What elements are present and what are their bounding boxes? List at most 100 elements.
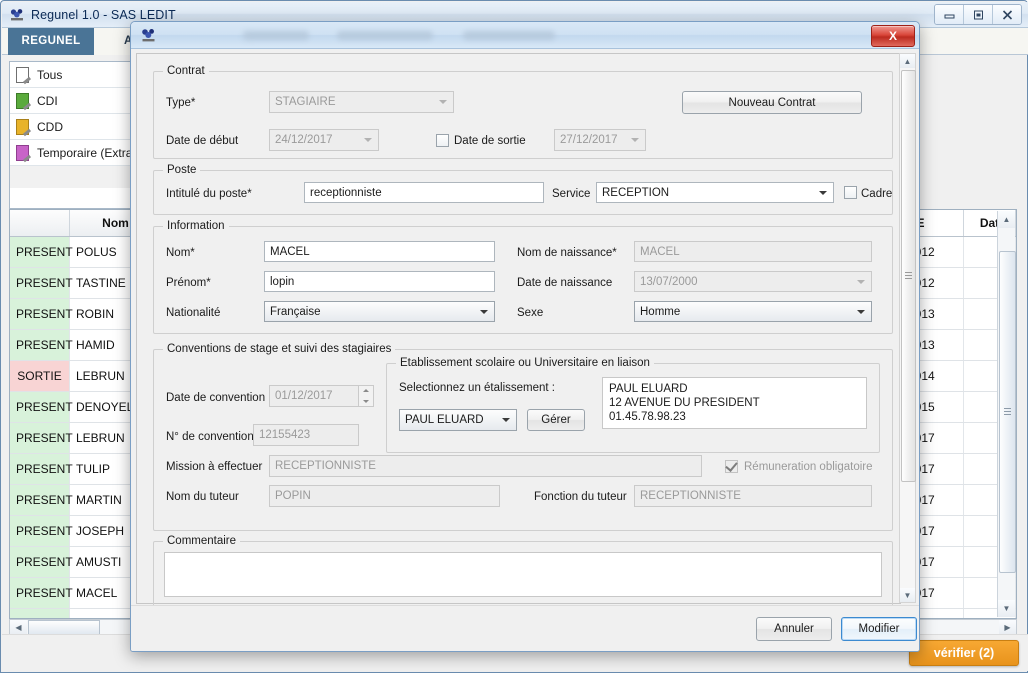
dialog-vertical-scrollbar[interactable]: ▲ ▼ xyxy=(899,53,916,603)
scroll-down-arrow-icon[interactable]: ▼ xyxy=(998,600,1015,617)
dialog-scroll-content: Contrat Type* STAGIAIRE Nouveau Contrat … xyxy=(136,53,901,606)
window-controls xyxy=(934,4,1022,25)
stepper-up-icon[interactable] xyxy=(363,389,369,392)
label-mission: Mission à effectuer xyxy=(166,461,263,473)
sidebar-item-label: CDI xyxy=(37,93,58,108)
dialog-blurred-tab-2 xyxy=(337,31,433,40)
sidebar-item-tous[interactable]: Tous xyxy=(10,62,136,88)
modifier-label: Modifier xyxy=(858,623,900,635)
table-scroll-thumb[interactable] xyxy=(999,251,1016,573)
tab-regunel[interactable]: REGUNEL xyxy=(8,28,94,55)
etablissement-info-box: PAUL ELUARD 12 AVENUE DU PRESIDENT 01.45… xyxy=(602,377,867,429)
sidebar-item-label: CDD xyxy=(37,119,63,134)
dialog-scroll-down-arrow-icon[interactable]: ▼ xyxy=(900,588,915,602)
label-intitule-poste: Intitulé du poste* xyxy=(166,188,252,200)
table-vertical-scrollbar[interactable]: ▲ ▼ xyxy=(997,211,1016,617)
chevron-down-icon xyxy=(857,279,865,284)
scroll-right-arrow-icon[interactable]: ▶ xyxy=(999,620,1016,635)
nom-tuteur-input[interactable]: POPIN xyxy=(269,485,500,507)
service-combo[interactable]: RECEPTION xyxy=(596,182,834,203)
document-edit-icon xyxy=(16,118,32,136)
nouveau-contrat-button[interactable]: Nouveau Contrat xyxy=(682,91,862,114)
mission-input[interactable]: RECEPTIONNISTE xyxy=(269,455,702,477)
intitule-poste-value: receptionniste xyxy=(310,186,382,199)
table-cell-status: SORTIE xyxy=(10,361,70,391)
table-cell-status: PRESENT xyxy=(10,609,73,618)
table-header-status[interactable] xyxy=(10,210,70,236)
label-type: Type* xyxy=(166,97,196,109)
nom-naissance-input[interactable]: MACEL xyxy=(634,241,872,262)
scroll-left-arrow-icon[interactable]: ◀ xyxy=(10,620,27,635)
type-combo[interactable]: STAGIAIRE xyxy=(269,91,454,113)
sidebar-item-cdd[interactable]: CDD xyxy=(10,114,136,140)
label-date-naissance: Date de naissance xyxy=(517,277,613,289)
etablissement-info-line-1: PAUL ELUARD xyxy=(609,383,688,395)
table-cell-status: PRESENT xyxy=(10,330,73,360)
cancel-label: Annuler xyxy=(774,623,814,635)
date-sortie-checkbox[interactable] xyxy=(436,134,449,147)
label-nom-naissance: Nom de naissance* xyxy=(517,247,617,259)
scroll-up-arrow-icon[interactable]: ▲ xyxy=(998,211,1015,228)
prenom-input[interactable]: lopin xyxy=(264,271,495,292)
dialog-scroll-thumb[interactable] xyxy=(901,70,916,482)
sexe-value: Homme xyxy=(640,305,681,318)
label-selectionnez-etablissement: Selectionnez un étalissement : xyxy=(399,382,555,394)
nom-naissance-value: MACEL xyxy=(640,245,680,258)
chevron-down-icon xyxy=(857,309,865,314)
chevron-down-icon xyxy=(480,309,488,314)
dialog-body: Contrat Type* STAGIAIRE Nouveau Contrat … xyxy=(131,49,919,606)
sexe-combo[interactable]: Homme xyxy=(634,301,872,322)
maximize-button[interactable] xyxy=(964,5,993,24)
sidebar-empty-row xyxy=(10,166,136,188)
nationalite-value: Française xyxy=(270,305,321,318)
date-convention-value: 01/12/2017 xyxy=(275,390,333,402)
nouveau-contrat-label: Nouveau Contrat xyxy=(728,96,816,109)
modifier-button[interactable]: Modifier xyxy=(841,617,917,641)
sidebar-item-temporaire[interactable]: Temporaire (Extra xyxy=(10,140,136,166)
date-sortie-value: 27/12/2017 xyxy=(560,134,618,146)
label-nationalite: Nationalité xyxy=(166,307,221,319)
sidebar-item-cdi[interactable]: CDI xyxy=(10,88,136,114)
group-contrat: Contrat Type* STAGIAIRE Nouveau Contrat … xyxy=(153,65,893,159)
table-cell-status: PRESENT xyxy=(10,485,73,515)
chevron-down-icon xyxy=(364,138,372,142)
chevron-down-icon xyxy=(631,138,639,142)
nationalite-combo[interactable]: Française xyxy=(264,301,495,322)
cancel-button[interactable]: Annuler xyxy=(756,617,832,641)
app-logo-icon xyxy=(140,28,157,43)
nom-input[interactable]: MACEL xyxy=(264,241,495,262)
document-edit-icon xyxy=(16,144,32,162)
screen: Regunel 1.0 - SAS LEDIT REGUNEL ACC xyxy=(0,0,1028,673)
status-badge[interactable]: vérifier (2) xyxy=(909,640,1019,666)
close-button[interactable] xyxy=(993,5,1021,24)
date-sortie-field[interactable]: 27/12/2017 xyxy=(554,129,646,151)
nom-tuteur-value: POPIN xyxy=(275,490,311,502)
fonction-tuteur-input[interactable]: RECEPTIONNISTE xyxy=(634,485,872,507)
sidebar-item-label: Temporaire (Extra xyxy=(37,145,133,160)
chevron-down-icon xyxy=(819,190,827,195)
label-nom-tuteur: Nom du tuteur xyxy=(166,491,239,503)
date-convention-stepper[interactable] xyxy=(359,385,374,407)
group-poste: Poste Intitulé du poste* receptionniste … xyxy=(153,164,893,215)
cadre-checkbox[interactable] xyxy=(844,186,857,199)
etablissement-combo[interactable]: PAUL ELUARD xyxy=(399,409,517,431)
service-combo-value: RECEPTION xyxy=(602,186,670,199)
table-cell-status: PRESENT xyxy=(10,392,73,422)
dialog-scroll-up-arrow-icon[interactable]: ▲ xyxy=(900,54,915,68)
gerer-button[interactable]: Gérer xyxy=(527,409,585,431)
date-debut-field[interactable]: 24/12/2017 xyxy=(269,129,379,151)
dialog-close-button[interactable]: X xyxy=(871,25,915,47)
date-convention-input[interactable]: 01/12/2017 xyxy=(269,385,359,407)
commentaire-textarea[interactable] xyxy=(164,552,882,597)
minimize-button[interactable] xyxy=(935,5,964,24)
num-convention-input[interactable]: 12155423 xyxy=(253,424,359,446)
intitule-poste-input[interactable]: receptionniste xyxy=(304,182,544,203)
stepper-down-icon[interactable] xyxy=(363,400,369,403)
label-prenom: Prénom* xyxy=(166,277,211,289)
label-cadre: Cadre xyxy=(861,188,893,200)
remuneration-checkbox[interactable] xyxy=(725,459,738,473)
document-edit-icon xyxy=(16,92,32,110)
date-naissance-field[interactable]: 13/07/2000 xyxy=(634,271,872,292)
dialog-blurred-tab-1 xyxy=(243,31,309,40)
group-conventions-legend: Conventions de stage et suivi des stagia… xyxy=(163,343,396,355)
